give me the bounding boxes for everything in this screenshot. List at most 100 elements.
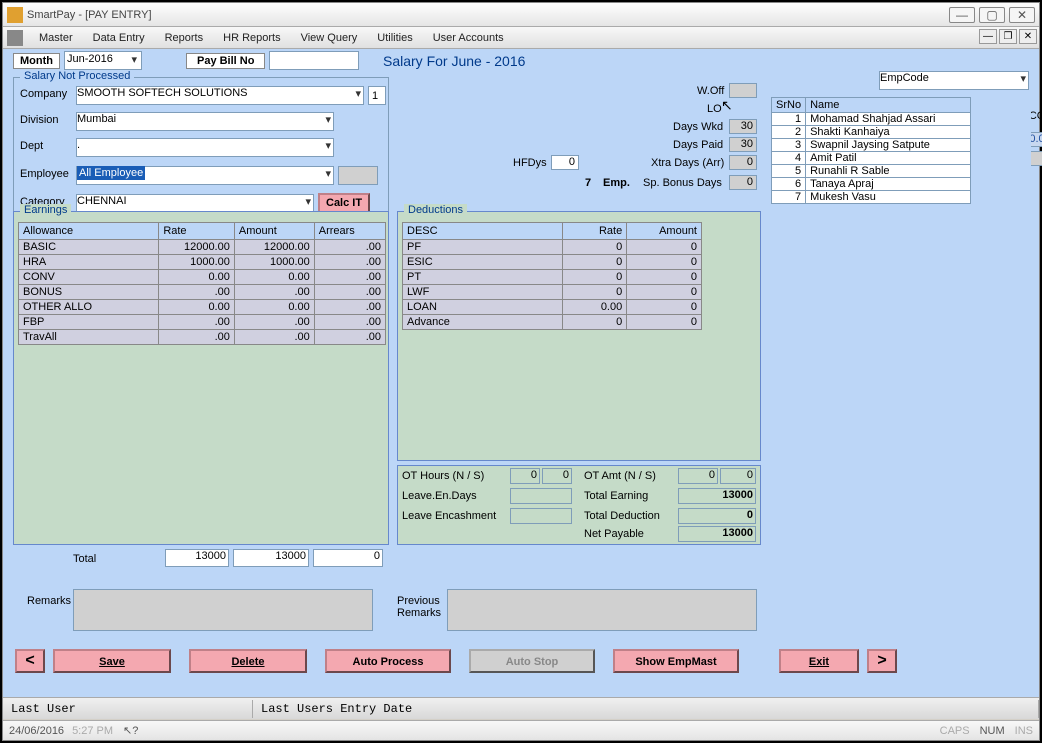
menu-utilities[interactable]: Utilities [367,30,422,46]
prev-button[interactable]: < [15,649,45,673]
table-row[interactable]: CONV0.000.00.00 [19,270,386,285]
othours-n[interactable]: 0 [510,468,540,484]
dept-combo[interactable]: . [76,138,334,157]
cursor-icon: ↖ [721,97,733,114]
leavedays-value[interactable] [510,488,572,504]
maximize-button[interactable]: ▢ [979,7,1005,23]
table-row[interactable]: BONUS.00.00.00 [19,285,386,300]
app-icon [7,7,23,23]
dayspaid-label: Days Paid [673,139,723,151]
titlebar: SmartPay - [PAY ENTRY] — ▢ ✕ [3,3,1039,27]
table-row[interactable]: PT00 [403,270,702,285]
paybill-label: Pay Bill No [186,53,265,69]
prev-remarks-label: Previous Remarks [397,595,445,619]
xtra-value: 0 [729,155,757,170]
autoprocess-button[interactable]: Auto Process [325,649,451,673]
lop-label: LO [707,103,722,115]
save-button[interactable]: Save [53,649,171,673]
dept-label: Dept [20,140,43,152]
table-row[interactable]: ESIC00 [403,255,702,270]
minimize-button[interactable]: — [949,7,975,23]
showemp-button[interactable]: Show EmpMast [613,649,739,673]
paybill-input[interactable] [269,51,359,70]
status-lastuser: Last User [3,700,253,718]
totalearn-value: 13000 [678,488,756,504]
bonus-value: 0 [729,175,757,190]
mdi-restore[interactable]: ❐ [999,29,1017,44]
delete-button[interactable]: Delete [189,649,307,673]
total-rate: 13000 [165,549,229,567]
table-row[interactable]: LOAN0.000 [403,300,702,315]
earnings-title: Earnings [20,204,71,216]
hfdys-value[interactable]: 0 [551,155,579,170]
list-item[interactable]: 7Mukesh Vasu [772,191,971,204]
remarks-label: Remarks [27,595,71,607]
menu-reports[interactable]: Reports [155,30,214,46]
close-button[interactable]: ✕ [1009,7,1035,23]
menu-master[interactable]: Master [29,30,83,46]
remarks-input[interactable] [73,589,373,631]
emp-h-srno: SrNo [772,98,806,113]
division-combo[interactable]: Mumbai [76,112,334,131]
division-value: Mumbai [77,113,116,125]
table-row[interactable]: BASIC12000.0012000.00.00 [19,240,386,255]
othours-s[interactable]: 0 [542,468,572,484]
otamt-label: OT Amt (N / S) [584,470,656,482]
help-icon[interactable]: ↖? [123,724,138,737]
calcit-button[interactable]: Calc IT [318,193,370,213]
ded-h-desc: DESC [403,223,563,240]
deductions-table: DESC Rate Amount PF00ESIC00PT00LWF00LOAN… [402,222,702,330]
ded-h-amount: Amount [627,223,702,240]
menu-dataentry[interactable]: Data Entry [83,30,155,46]
month-label: Month [13,53,60,69]
earn-h-amount: Amount [234,223,314,240]
leaveenc-value[interactable] [510,508,572,524]
table-row[interactable]: HRA1000.001000.00.00 [19,255,386,270]
prev-remarks-input[interactable] [447,589,757,631]
menu-useraccounts[interactable]: User Accounts [423,30,514,46]
mdi-close[interactable]: ✕ [1019,29,1037,44]
list-item[interactable]: 1Mohamad Shahjad Assari [772,113,971,126]
table-row[interactable]: FBP.00.00.00 [19,315,386,330]
total-amount: 13000 [233,549,309,567]
exit-button[interactable]: Exit [779,649,859,673]
netpay-label: Net Payable [584,528,644,540]
table-row[interactable]: PF00 [403,240,702,255]
list-item[interactable]: 4Amit Patil [772,152,971,165]
company-label: Company [20,88,67,100]
list-item[interactable]: 5Runahli R Sable [772,165,971,178]
window-title: SmartPay - [PAY ENTRY] [27,9,949,21]
company-combo[interactable]: SMOOTH SOFTECH SOLUTIONS [76,86,364,105]
otamt-n: 0 [678,468,718,484]
list-item[interactable]: 6Tanaya Apraj [772,178,971,191]
status-ins: INS [1015,725,1033,737]
emp-count: 7 [585,177,591,189]
month-combo[interactable]: Jun-2016 [64,51,142,70]
menu-hrreports[interactable]: HR Reports [213,30,290,46]
table-row[interactable]: Advance00 [403,315,702,330]
dayspaid-value: 30 [729,137,757,152]
totalearn-label: Total Earning [584,490,648,502]
status-time: 5:27 PM [72,725,113,737]
next-button[interactable]: > [867,649,897,673]
table-row[interactable]: OTHER ALLO0.000.00.00 [19,300,386,315]
list-item[interactable]: 3Swapnil Jaysing Satpute [772,139,971,152]
status-lastdate: Last Users Entry Date [253,700,1039,718]
menu-viewquery[interactable]: View Query [291,30,368,46]
total-arrears: 0 [313,549,383,567]
list-item[interactable]: 2Shakti Kanhaiya [772,126,971,139]
company-num[interactable] [368,86,386,105]
sortby-value: EmpCode [880,72,929,84]
employee-code [338,166,378,185]
total-label: Total [73,553,96,565]
woff-value[interactable] [729,83,757,98]
hfdys-label: HFDys [513,157,547,169]
table-row[interactable]: LWF00 [403,285,702,300]
dept-value: . [77,139,80,151]
table-row[interactable]: TravAll.00.00.00 [19,330,386,345]
sortby-combo[interactable]: EmpCode [879,71,1029,90]
menu-icon [7,30,23,46]
earn-h-arrears: Arrears [314,223,385,240]
mdi-minimize[interactable]: — [979,29,997,44]
employee-combo[interactable]: All Employee [76,166,334,185]
